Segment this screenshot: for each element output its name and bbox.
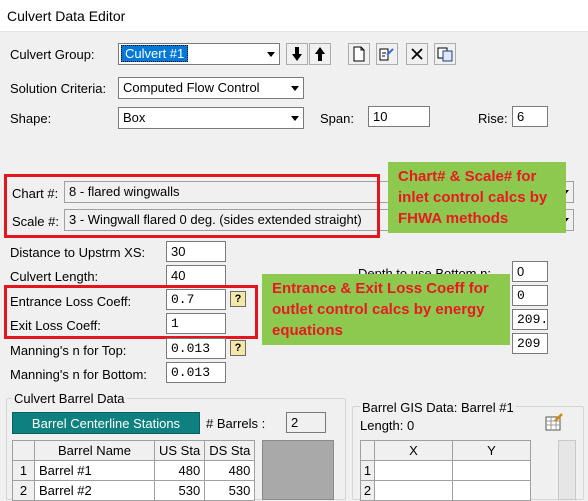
culvert-group-label: Culvert Group: xyxy=(10,47,95,62)
arrow-up-button[interactable] xyxy=(309,43,331,65)
right-value-input-3[interactable]: 209 xyxy=(512,333,548,354)
solution-criteria-select[interactable]: Computed Flow Control xyxy=(118,77,304,99)
span-label: Span: xyxy=(320,111,354,126)
gis-edit-button[interactable] xyxy=(544,412,564,432)
table-row: 1 Barrel #1 480 480 xyxy=(12,460,256,481)
us-sta-cell[interactable]: 530 xyxy=(153,480,206,501)
distance-upstrm-input[interactable]: 30 xyxy=(166,241,226,262)
solution-criteria-value: Computed Flow Control xyxy=(123,80,260,95)
barrel-data-title: Culvert Barrel Data xyxy=(12,391,127,406)
loss-coeff-highlight xyxy=(4,285,258,339)
column-header-y: Y xyxy=(452,440,531,461)
window-title: Culvert Data Editor xyxy=(7,8,126,24)
table-corner xyxy=(360,440,375,461)
right-value-input-2[interactable]: 209.1 xyxy=(512,309,548,330)
column-header-ds-sta: DS Sta xyxy=(204,440,256,461)
chart-scale-highlight xyxy=(4,174,380,238)
row-number: 2 xyxy=(360,480,375,501)
table-row: 1 xyxy=(360,460,531,481)
barrels-count-label: # Barrels : xyxy=(206,416,266,431)
mannings-top-label: Manning's n for Top: xyxy=(10,343,127,358)
barrel-centerline-stations-button[interactable]: Barrel Centerline Stations xyxy=(12,412,200,434)
rise-label: Rise: xyxy=(478,111,508,126)
x-cell[interactable] xyxy=(374,480,453,501)
shape-label: Shape: xyxy=(10,111,52,126)
table-row: 2 Barrel #2 530 530 xyxy=(12,480,256,501)
gis-table-scrollbar[interactable] xyxy=(558,440,576,500)
new-culvert-button[interactable] xyxy=(348,43,370,65)
y-cell[interactable] xyxy=(452,480,531,501)
shape-value: Box xyxy=(123,110,146,125)
rename-culvert-button[interactable] xyxy=(376,43,398,65)
mannings-top-input[interactable]: 0.013 xyxy=(166,338,226,359)
culvert-length-input[interactable]: 40 xyxy=(166,265,226,286)
new-document-icon xyxy=(353,46,365,62)
chevron-down-icon xyxy=(285,78,303,98)
y-cell[interactable] xyxy=(452,460,531,481)
close-icon xyxy=(411,48,423,60)
table-row: 2 xyxy=(360,480,531,501)
loss-coeff-callout: Entrance & Exit Loss Coeff for outlet co… xyxy=(262,274,510,345)
barrel-table: Barrel Name US Sta DS Sta 1 Barrel #1 48… xyxy=(12,440,256,501)
help-icon[interactable]: ? xyxy=(230,340,246,356)
row-number: 1 xyxy=(12,460,35,481)
copy-culvert-button[interactable] xyxy=(434,43,456,65)
rename-icon xyxy=(379,48,394,61)
solution-criteria-label: Solution Criteria: xyxy=(10,81,107,96)
ds-sta-cell[interactable]: 530 xyxy=(204,480,256,501)
shape-select[interactable]: Box xyxy=(118,107,304,129)
row-number: 2 xyxy=(12,480,35,501)
gis-data-title: Barrel GIS Data: Barrel #1 xyxy=(360,400,516,415)
delete-culvert-button[interactable] xyxy=(406,43,428,65)
copy-icon xyxy=(437,47,453,62)
chevron-down-icon xyxy=(285,108,303,128)
gis-length-label: Length: 0 xyxy=(360,418,415,433)
gis-table: X Y 1 2 xyxy=(360,440,531,501)
column-header-barrel-name: Barrel Name xyxy=(34,440,155,461)
ds-sta-cell[interactable]: 480 xyxy=(204,460,256,481)
row-number: 1 xyxy=(360,460,375,481)
table-corner xyxy=(12,440,35,461)
right-value-input-1[interactable]: 0 xyxy=(512,285,548,306)
x-cell[interactable] xyxy=(374,460,453,481)
span-input[interactable]: 10 xyxy=(368,106,430,127)
barrels-count-input[interactable]: 2 xyxy=(286,412,326,433)
culvert-length-label: Culvert Length: xyxy=(10,269,99,284)
distance-upstrm-label: Distance to Upstrm XS: xyxy=(10,245,146,260)
table-scrollbar-area xyxy=(262,440,334,500)
barrel-name-cell[interactable]: Barrel #2 xyxy=(34,480,155,501)
arrow-up-icon xyxy=(315,47,325,61)
us-sta-cell[interactable]: 480 xyxy=(153,460,206,481)
culvert-group-select[interactable]: Culvert #1 xyxy=(118,43,280,65)
arrow-down-button[interactable] xyxy=(286,43,308,65)
mannings-bottom-label: Manning's n for Bottom: xyxy=(10,367,147,382)
mannings-bottom-input[interactable]: 0.013 xyxy=(166,362,226,383)
edit-table-icon xyxy=(545,413,563,431)
arrow-down-icon xyxy=(292,47,302,61)
title-bar: Culvert Data Editor xyxy=(0,0,588,32)
chart-scale-callout: Chart# & Scale# for inlet control calcs … xyxy=(388,162,566,233)
culvert-group-value: Culvert #1 xyxy=(121,45,189,62)
column-header-x: X xyxy=(374,440,453,461)
rise-input[interactable]: 6 xyxy=(512,106,548,127)
chevron-down-icon xyxy=(261,44,279,64)
column-header-us-sta: US Sta xyxy=(153,440,206,461)
barrel-name-cell[interactable]: Barrel #1 xyxy=(34,460,155,481)
depth-bottom-input[interactable]: 0 xyxy=(512,261,548,282)
